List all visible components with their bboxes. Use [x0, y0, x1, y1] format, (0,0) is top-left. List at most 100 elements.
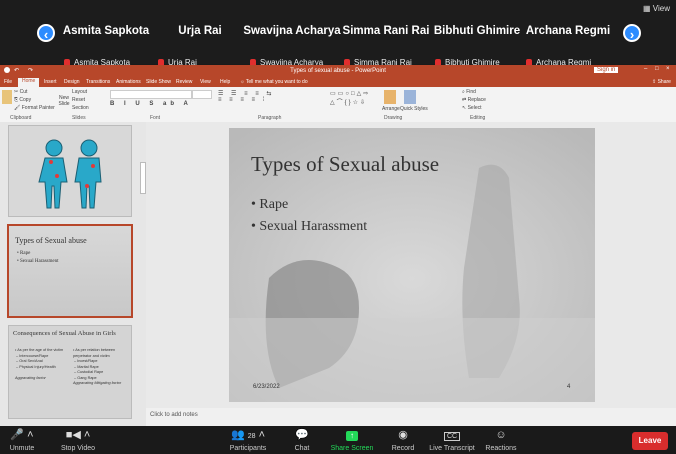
next-page-button[interactable]: › [623, 24, 641, 42]
participants-count: 28 [247, 433, 256, 440]
thumb-text: Gang Rape [77, 375, 97, 380]
shapes-gallery[interactable]: ▭▭○□△⇨ △⌒{}☆⇩ [330, 90, 378, 110]
record-icon: ◉ [398, 429, 408, 441]
thumb-title: Types of Sexual abuse [15, 236, 87, 245]
group-font: Font [150, 115, 161, 121]
tab-view[interactable]: View [200, 79, 211, 85]
new-slide-button[interactable]: New Slide [58, 95, 70, 107]
muted-microphone-icon: 🎤 ˄ [10, 429, 34, 441]
participant-tile[interactable]: Bibhuti Ghimire Bibhuti Ghimire [427, 14, 527, 67]
participant-name: Archana Regmi [525, 25, 611, 37]
thumb-text: Oral Sex/Anal [19, 359, 43, 363]
maximize-icon[interactable]: □ [655, 66, 659, 72]
view-menu[interactable]: ▦ View [643, 4, 670, 13]
close-icon[interactable]: × [666, 66, 670, 72]
chat-label: Chat [294, 445, 310, 452]
arrange-button[interactable]: Arrange [382, 106, 400, 112]
find-label: Find [466, 89, 476, 95]
participant-tile[interactable]: Simma Rani Rai Simma Rani Rai [336, 14, 436, 67]
stop-video-button[interactable]: ■◀ ˄ Stop Video [54, 428, 102, 452]
tab-file[interactable]: File [4, 79, 12, 85]
view-label: View [652, 4, 670, 13]
chat-button[interactable]: 💬 Chat [288, 428, 316, 452]
tab-slide-show[interactable]: Slide Show [146, 79, 171, 85]
slide-date: 6/23/2022 [253, 384, 280, 390]
slide-thumbnail-selected[interactable]: Types of Sexual abuse • Rape • Sexual Ha… [9, 226, 131, 316]
reactions-button[interactable]: ☺ Reactions [482, 428, 520, 452]
ribbon-tabs: File Home Insert Design Transitions Anim… [0, 77, 676, 87]
copy-label: Copy [19, 97, 32, 103]
thumb-column-left: • As per the age of the victim – Interco… [15, 348, 64, 380]
cut-button[interactable]: ✂ Cut [14, 89, 27, 95]
slide-thumbnail[interactable]: Consequences of Sexual Abuse in Girls • … [9, 326, 131, 418]
font-size-select[interactable] [192, 90, 212, 99]
font-family-select[interactable] [110, 90, 192, 99]
copy-button[interactable]: ⎘ Copy [14, 97, 31, 103]
record-button[interactable]: ◉ Record [388, 428, 418, 452]
tab-animations[interactable]: Animations [116, 79, 141, 85]
record-label: Record [391, 445, 415, 452]
tab-review[interactable]: Review [176, 79, 192, 85]
thumb-bullet: Rape [20, 251, 31, 256]
cut-label: Cut [19, 89, 28, 95]
select-button[interactable]: ↖ Select [462, 105, 482, 111]
quick-styles-button[interactable]: Quick Styles [400, 106, 428, 112]
quick-styles-icon[interactable] [404, 90, 416, 104]
lightbulb-icon: ☼ [240, 79, 245, 85]
thumb-text: As per relation between perpetrator and … [73, 348, 116, 358]
paste-icon[interactable] [2, 90, 12, 104]
closed-caption-icon: CC [426, 428, 478, 442]
slide-title[interactable]: Types of Sexual abuse [251, 152, 439, 177]
thumb-column-right: • As per relation between perpetrator an… [73, 348, 122, 385]
live-transcript-button[interactable]: CC Live Transcript [426, 428, 478, 452]
zoom-gallery-strip: ‹ Asmita Sapkota Asmita Sapkota Urja Rai… [0, 0, 676, 67]
format-painter-button[interactable]: 🖌 Format Painter [14, 105, 55, 111]
live-transcript-label: Live Transcript [429, 445, 475, 452]
unmute-button[interactable]: 🎤 ˄ Unmute [4, 428, 40, 452]
thumb-bullet: Sexual Harassment [20, 259, 59, 264]
sign-in-button[interactable]: Sign in [594, 67, 619, 73]
participant-tile[interactable]: Archana Regmi Archana Regmi [518, 14, 618, 67]
tell-me-search[interactable]: ☼ Tell me what you want to do [240, 79, 308, 85]
thumb-title: Consequences of Sexual Abuse in Girls [13, 330, 116, 337]
leave-button[interactable]: Leave [632, 432, 668, 450]
slide-bullets[interactable]: • Rape • Sexual Harassment [251, 194, 367, 238]
slide-thumbnail[interactable] [9, 126, 131, 216]
tab-transitions[interactable]: Transitions [86, 79, 110, 85]
format-painter-label: Format Painter [21, 105, 55, 111]
share-button[interactable]: ⇪ Share [652, 79, 671, 85]
arrange-icon[interactable] [384, 90, 396, 104]
tell-me-label: Tell me what you want to do [245, 79, 308, 85]
thumb-text: Aggravating factor [15, 375, 46, 380]
tab-design[interactable]: Design [64, 79, 80, 85]
section-button[interactable]: Section [72, 105, 89, 111]
reset-button[interactable]: Reset [72, 97, 85, 103]
participant-name: Asmita Sapkota [62, 25, 150, 37]
participant-tile[interactable]: Asmita Sapkota Asmita Sapkota [56, 14, 156, 67]
tab-insert[interactable]: Insert [44, 79, 57, 85]
participant-tile[interactable]: Swavijna Acharya Swavijna Acharya [242, 14, 342, 67]
tab-home[interactable]: Home [18, 78, 40, 87]
find-button[interactable]: ⌕ Find [462, 89, 476, 95]
minimize-icon[interactable]: – [644, 66, 647, 72]
notes-pane[interactable]: Click to add notes [146, 408, 676, 426]
previous-page-button[interactable]: ‹ [37, 24, 55, 42]
group-drawing: Drawing [384, 115, 403, 121]
participant-tile[interactable]: Urja Rai Urja Rai [150, 14, 250, 67]
replace-button[interactable]: ⇄ Replace [462, 97, 486, 103]
window-title: Types of sexual abuse - PowerPoint [290, 68, 386, 74]
children-illustration [9, 126, 131, 216]
font-format-buttons[interactable]: B I U S ab A [110, 101, 192, 107]
ppt-title-bar: ↶ ↷ Types of sexual abuse - PowerPoint S… [0, 65, 676, 77]
slide-number: 4 [567, 384, 571, 390]
share-screen-button[interactable]: ↑ Share Screen [328, 428, 376, 452]
participants-button[interactable]: 👥 28 ˄ Participants [220, 428, 276, 452]
current-slide[interactable]: Types of Sexual abuse • Rape • Sexual Ha… [229, 128, 595, 402]
layout-button[interactable]: Layout [72, 89, 87, 95]
participant-name: Simma Rani Rai [342, 25, 430, 37]
unmute-label: Unmute [9, 445, 35, 452]
stop-video-label: Stop Video [60, 445, 96, 452]
tab-help[interactable]: Help [220, 79, 230, 85]
paragraph-controls[interactable]: ☰ ☰ ≡ ≡ ⇆ ≡ ≡ ≡ ≡ ⁞ [218, 90, 288, 110]
zoom-meeting-toolbar: 🎤 ˄ Unmute ■◀ ˄ Stop Video 👥 28 ˄ Partic… [0, 426, 676, 454]
